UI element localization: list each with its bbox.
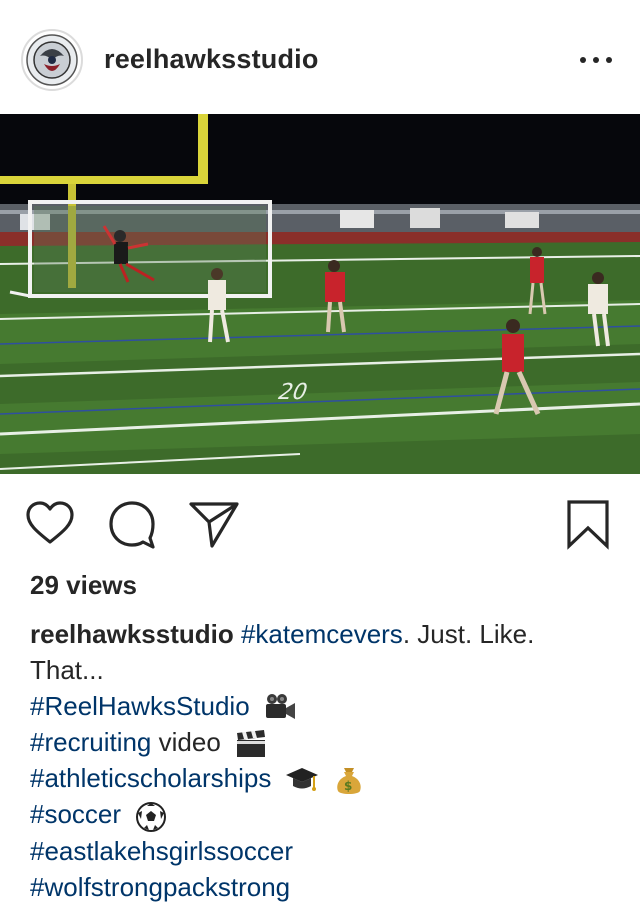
post-header: reelhawksstudio bbox=[0, 0, 640, 114]
graduation-cap-icon bbox=[285, 764, 319, 796]
share-button[interactable] bbox=[188, 498, 240, 550]
money-bag-icon: $ bbox=[332, 764, 366, 796]
video-camera-icon bbox=[263, 692, 297, 724]
more-options-icon[interactable] bbox=[580, 48, 612, 72]
post-video[interactable]: 50 20 bbox=[0, 114, 640, 474]
hashtag-link[interactable]: #soccer bbox=[30, 799, 121, 829]
caption-line: #wolfstrongpackstrong bbox=[30, 869, 610, 905]
soccer-ball-icon bbox=[134, 801, 168, 833]
caption-line: #eastlakehsgirlssoccer bbox=[30, 833, 610, 869]
like-button[interactable] bbox=[24, 498, 76, 550]
caption-line: #athleticscholarships $ bbox=[30, 760, 610, 796]
heart-icon bbox=[26, 501, 74, 544]
views-count: 29 views bbox=[30, 570, 137, 600]
comment-bubble-icon bbox=[109, 501, 155, 549]
caption-text: . Just. Like. bbox=[402, 619, 535, 649]
bookmark-icon bbox=[567, 500, 609, 550]
caption-line: #ReelHawksStudio bbox=[30, 688, 610, 724]
hashtag-link[interactable]: #recruiting bbox=[30, 727, 151, 757]
hashtag-link[interactable]: #ReelHawksStudio bbox=[30, 691, 250, 721]
comment-button[interactable] bbox=[106, 498, 158, 550]
save-button[interactable] bbox=[562, 498, 614, 550]
caption-line: #soccer bbox=[30, 796, 610, 832]
svg-text:$: $ bbox=[344, 779, 352, 793]
hashtag-link[interactable]: #athleticscholarships bbox=[30, 763, 271, 793]
avatar[interactable] bbox=[21, 29, 83, 91]
paper-plane-icon bbox=[189, 502, 239, 548]
caption-line: That... bbox=[30, 652, 610, 688]
hashtag-link[interactable]: #wolfstrongpackstrong bbox=[30, 872, 290, 902]
hashtag-link[interactable]: #eastlakehsgirlssoccer bbox=[30, 836, 293, 866]
username-link[interactable]: reelhawksstudio bbox=[104, 44, 319, 75]
caption-text: video bbox=[151, 727, 221, 758]
caption-text: That... bbox=[30, 655, 104, 685]
caption-username[interactable]: reelhawksstudio bbox=[30, 619, 234, 649]
caption-line: #recruiting video bbox=[30, 724, 610, 760]
caption: reelhawksstudio #katemcevers. Just. Like… bbox=[30, 616, 610, 905]
caption-line: reelhawksstudio #katemcevers. Just. Like… bbox=[30, 616, 610, 652]
hashtag-link[interactable]: #katemcevers bbox=[241, 619, 403, 649]
hawk-logo-icon bbox=[26, 34, 78, 86]
action-bar bbox=[0, 474, 640, 570]
clapperboard-icon bbox=[234, 728, 268, 760]
soccer-field-image: 50 20 bbox=[0, 114, 640, 474]
